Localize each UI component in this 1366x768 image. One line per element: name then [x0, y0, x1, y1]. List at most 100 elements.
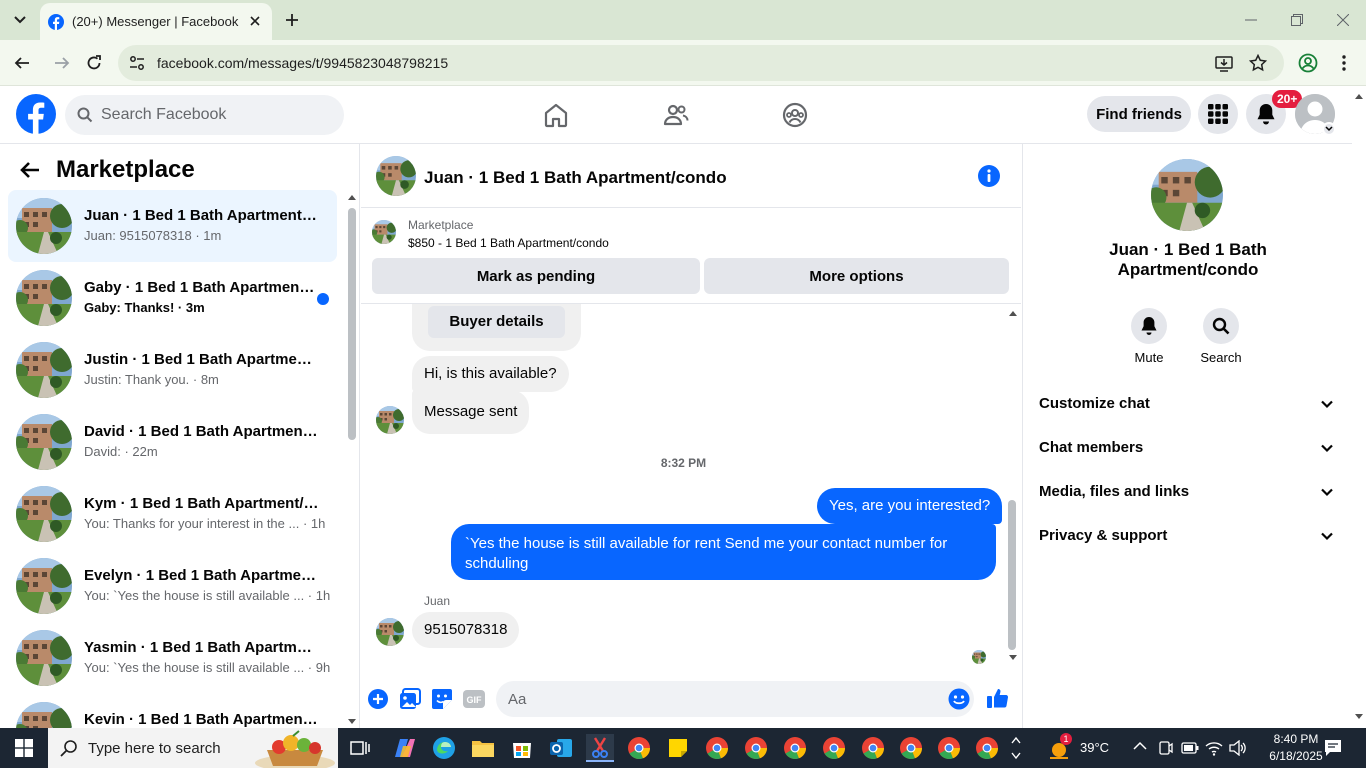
details-avatar[interactable] [1151, 159, 1223, 231]
notification-center-icon[interactable] [1324, 739, 1342, 757]
back-arrow-icon[interactable] [10, 51, 34, 75]
show-hidden-icons-chevron-icon[interactable] [1133, 741, 1147, 751]
file-explorer-icon[interactable] [469, 734, 497, 762]
media-files-links-row[interactable]: Media, files and links [1031, 470, 1345, 514]
home-icon[interactable] [541, 100, 571, 130]
restore-icon[interactable] [1287, 10, 1307, 30]
chrome-profile-icon[interactable] [820, 734, 848, 762]
sticky-notes-icon[interactable] [664, 734, 692, 762]
clock-date[interactable]: 6/18/2025 [1262, 749, 1330, 763]
edge-icon[interactable] [430, 734, 458, 762]
mute-button[interactable]: Mute [1119, 308, 1179, 365]
search-icon [77, 107, 93, 123]
find-friends-button[interactable]: Find friends [1087, 96, 1191, 132]
close-window-icon[interactable] [1333, 10, 1353, 30]
chat-name: Kevin · 1 Bed 1 Bath Apartment/condo [84, 711, 319, 728]
chrome-profile-icon[interactable] [935, 734, 963, 762]
volume-icon[interactable] [1229, 740, 1247, 756]
photo-icon[interactable] [399, 688, 421, 710]
bell-icon [1131, 308, 1167, 344]
menu-grid-icon[interactable] [1198, 94, 1238, 134]
page-scrollbar[interactable] [1352, 86, 1366, 728]
chat-list-item[interactable]: Kevin · 1 Bed 1 Bath Apartment/condo [8, 694, 337, 728]
chat-details-panel: Juan · 1 Bed 1 Bath Apartment/condo Mute… [1022, 144, 1352, 728]
listing-thumbnail[interactable] [372, 220, 396, 244]
privacy-support-row[interactable]: Privacy & support [1031, 514, 1345, 558]
search-input[interactable] [101, 106, 321, 124]
sender-avatar[interactable] [376, 618, 404, 646]
chrome-profile-icon[interactable] [742, 734, 770, 762]
back-arrow-icon[interactable] [20, 160, 44, 184]
meet-now-icon[interactable] [1157, 740, 1173, 756]
wifi-icon[interactable] [1205, 740, 1223, 756]
sticker-icon[interactable] [431, 688, 453, 710]
emoji-icon[interactable] [948, 688, 970, 710]
mark-as-pending-button[interactable]: Mark as pending [372, 258, 700, 294]
chat-list-item[interactable]: Yasmin · 1 Bed 1 Bath Apartment/condo You… [8, 622, 337, 694]
taskbar-overflow-chevron-icon[interactable] [1006, 734, 1026, 762]
battery-icon[interactable] [1181, 741, 1199, 755]
new-tab-icon[interactable] [282, 10, 302, 30]
chat-avatar [16, 342, 72, 398]
browser-tab[interactable]: (20+) Messenger | Facebook [40, 3, 272, 40]
bookmark-star-icon[interactable] [1249, 54, 1267, 72]
chrome-profile-icon[interactable] [973, 734, 1001, 762]
taskbar-search-box[interactable]: Type here to search [48, 728, 338, 768]
customize-chat-row[interactable]: Customize chat [1031, 382, 1345, 426]
chat-list-item[interactable]: David · 1 Bed 1 Bath Apartment/condo Davi… [8, 406, 337, 478]
sender-avatar[interactable] [376, 406, 404, 434]
thumbs-up-icon[interactable] [987, 687, 1009, 709]
message-timestamp: 8:32 PM [660, 456, 707, 470]
chat-list-item[interactable]: Gaby · 1 Bed 1 Bath Apartment/condo Gaby:… [8, 262, 337, 334]
search-in-chat-button[interactable]: Search [1191, 308, 1251, 365]
chat-list-item[interactable]: Evelyn · 1 Bed 1 Bath Apartment/condo You… [8, 550, 337, 622]
account-chevron-icon[interactable] [1322, 122, 1336, 136]
microsoft-store-icon[interactable] [508, 734, 536, 762]
plus-circle-icon[interactable] [367, 688, 389, 710]
install-app-icon[interactable] [1215, 54, 1233, 72]
buyer-details-button[interactable]: Buyer details [428, 306, 565, 338]
conversation-avatar[interactable] [376, 156, 416, 196]
address-bar[interactable]: facebook.com/messages/t/9945823048798215 [118, 45, 1284, 81]
gif-icon[interactable]: GIF [463, 688, 485, 710]
chat-members-row[interactable]: Chat members [1031, 426, 1345, 470]
chevron-down-icon [1319, 528, 1335, 544]
chat-list-item[interactable]: Justin · 1 Bed 1 Bath Apartment/condo Jus… [8, 334, 337, 406]
tab-search-chevron-icon[interactable] [8, 8, 32, 32]
chrome-profile-icon[interactable] [859, 734, 887, 762]
chat-avatar [16, 270, 72, 326]
message-input[interactable] [508, 690, 928, 708]
close-tab-icon[interactable] [246, 12, 264, 30]
conversation-title[interactable]: Juan · 1 Bed 1 Bath Apartment/condo [424, 168, 727, 188]
chat-avatar [16, 486, 72, 542]
chrome-profile-icon[interactable] [703, 734, 731, 762]
minimize-icon[interactable] [1241, 10, 1261, 30]
outlook-icon[interactable] [547, 734, 575, 762]
clock-time[interactable]: 8:40 PM [1266, 732, 1326, 746]
chrome-icon[interactable] [625, 734, 653, 762]
facebook-logo-icon[interactable] [16, 94, 56, 134]
chat-list-item[interactable]: Kym · 1 Bed 1 Bath Apartment/condo You: T… [8, 478, 337, 550]
windows-start-icon[interactable] [0, 728, 48, 768]
groups-icon[interactable] [780, 100, 810, 130]
sidebar-scroll-thumb[interactable] [348, 208, 356, 440]
facebook-search-box[interactable] [65, 95, 344, 135]
task-view-icon[interactable] [346, 734, 374, 762]
chrome-profile-icon[interactable] [897, 734, 925, 762]
copilot-icon[interactable] [391, 734, 419, 762]
reload-icon[interactable] [82, 51, 106, 75]
forward-arrow-icon[interactable] [50, 51, 74, 75]
temperature-text[interactable]: 39°C [1080, 740, 1109, 755]
friends-icon[interactable] [661, 100, 691, 130]
chat-list-item[interactable]: Juan · 1 Bed 1 Bath Apartment/condo Juan:… [8, 190, 337, 262]
more-options-button[interactable]: More options [704, 258, 1009, 294]
listing-price[interactable]: $850 - 1 Bed 1 Bath Apartment/condo [408, 236, 609, 250]
site-settings-icon[interactable] [128, 54, 146, 72]
browser-menu-icon[interactable] [1332, 51, 1356, 75]
message-input-box[interactable] [496, 681, 974, 717]
snipping-tool-icon[interactable] [586, 734, 614, 762]
message-scroll-thumb[interactable] [1008, 500, 1016, 650]
chrome-profile-icon[interactable] [781, 734, 809, 762]
browser-profile-icon[interactable] [1296, 51, 1320, 75]
info-icon[interactable] [977, 164, 1001, 188]
